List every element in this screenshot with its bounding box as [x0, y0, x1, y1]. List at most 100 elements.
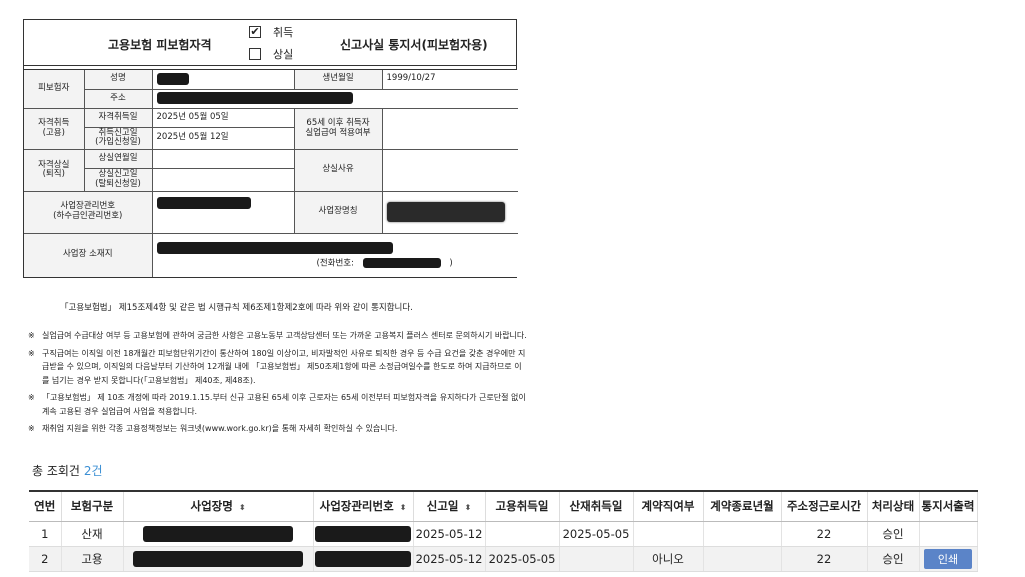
acquire-checkbox: ✔	[249, 25, 261, 38]
cell-type: 산재	[61, 521, 124, 547]
form-title-right: 신고사실 통지서(피보험자용)	[340, 38, 488, 52]
cell-ind-date: 2025-05-05	[559, 521, 634, 547]
over65-label: 65세 이후 취득자 실업급여 적용여부	[293, 107, 383, 151]
cell-biz-no	[313, 521, 414, 547]
result-count: 총 조회건 2건	[32, 462, 103, 479]
law-text: 「고용보험법」 제15조제4항 및 같은 법 시행규칙 제6조제1항제2호에 따…	[60, 303, 413, 313]
note-mark: ※	[28, 393, 35, 402]
table-header-row: 연번 보험구분 사업장명 ⬍ 사업장관리번호 ⬍ 신고일 ⬍ 고용취득일 산재취득일 계약직여부 계약…	[29, 490, 978, 522]
loss-report-date-value	[151, 168, 294, 192]
lose-label: 상실	[273, 48, 294, 61]
redacted-biz-no	[156, 196, 251, 209]
lose-option: 상실	[249, 46, 293, 62]
sort-icon[interactable]: ⬍	[465, 503, 472, 512]
cell-status: 승인	[867, 546, 920, 572]
loss-date-value	[151, 149, 295, 170]
column-header[interactable]: 사업장명 ⬍	[123, 490, 314, 522]
redacted-phone	[362, 257, 441, 268]
lose-checkbox	[249, 48, 261, 60]
loss-report-date-label: 상실신고일 (탈퇴신청일)	[84, 168, 153, 192]
redacted-biz-name	[386, 202, 505, 223]
loss-reason-value	[381, 149, 518, 192]
phone-close: )	[449, 258, 453, 269]
note-item: ※ 실업급여 수급대상 여부 등 고용보험에 관하여 궁금한 사항은 고용노동부 …	[28, 329, 528, 343]
cell-print: 인쇄	[919, 546, 978, 572]
acq-date-label: 자격취득일	[83, 107, 153, 128]
column-header: 계약직여부	[633, 490, 704, 522]
biz-name-label: 사업장명칭	[293, 190, 383, 234]
cell-biz-name	[123, 521, 314, 547]
column-header: 산재취득일	[559, 490, 634, 522]
cell-no: 1	[29, 521, 62, 547]
column-header: 처리상태	[867, 490, 920, 522]
cell-contract-end	[703, 521, 782, 547]
notice-form: 고용보험 피보험자격 ✔ 취득 상실 신고사실 통지서(피보험자용) 피보험자 …	[23, 19, 518, 279]
redacted-name	[156, 73, 189, 86]
cell-contract	[633, 521, 704, 547]
acq-group-label: 자격취득 (고용)	[24, 107, 85, 151]
biz-addr-label: 사업장 소재지	[24, 232, 153, 278]
note-mark: ※	[28, 424, 35, 433]
cell-print	[919, 521, 978, 547]
phone-label: (전화번호:	[316, 258, 354, 269]
table-row[interactable]: 1 산재 2025-05-12 2025-05-05 22 승인	[29, 521, 978, 547]
table-row[interactable]: 2 고용 2025-05-12 2025-05-05 아니오 22 승인 인쇄	[29, 546, 978, 572]
notes-list: ※ 실업급여 수급대상 여부 등 고용보험에 관하여 궁금한 사항은 고용노동부 …	[28, 329, 528, 440]
note-text: 「고용보험법」 제 10조 개정에 따라 2019.1.15.부터 신규 고용된…	[42, 393, 526, 416]
note-item: ※ 구직급여는 이직일 이전 18개월간 피보험단위기간이 통산하여 180일 이…	[28, 347, 528, 388]
acquire-label: 취득	[273, 26, 294, 39]
count-value: 2건	[83, 464, 103, 478]
cell-report-date: 2025-05-12	[413, 546, 486, 572]
loss-reason-label: 상실사유	[293, 149, 383, 192]
insured-label: 피보험자	[24, 70, 85, 109]
note-text: 실업급여 수급대상 여부 등 고용보험에 관하여 궁금한 사항은 고용노동부 고…	[42, 331, 527, 340]
form-title-row: 고용보험 피보험자격 ✔ 취득 상실 신고사실 통지서(피보험자용)	[24, 20, 516, 66]
column-header: 주소정근로시간	[781, 490, 868, 522]
redacted-address	[156, 92, 353, 105]
cell-biz-no	[313, 546, 414, 572]
cell-hours: 22	[781, 521, 868, 547]
note-text: 재취업 지원을 위한 각종 고용정책정보는 워크넷(www.work.go.kr…	[42, 424, 398, 433]
result-table: 연번 보험구분 사업장명 ⬍ 사업장관리번호 ⬍ 신고일 ⬍ 고용취득일 산재취득일 계약직여부 계약…	[29, 490, 978, 572]
acq-date-value: 2025년 05월 05일	[151, 107, 295, 128]
redacted-biz-no	[315, 525, 411, 542]
cell-biz-name	[123, 546, 314, 572]
biz-addr-value: (전화번호: )	[151, 232, 518, 278]
name-value	[151, 70, 295, 90]
column-header: 연번	[29, 490, 62, 522]
loss-group-label: 자격상실 (퇴직)	[24, 149, 85, 192]
column-header: 통지서출력	[919, 490, 978, 522]
birth-label: 생년월일	[293, 70, 383, 90]
cell-report-date: 2025-05-12	[413, 521, 486, 547]
name-label: 성명	[83, 70, 153, 90]
redacted-biz-name	[143, 525, 293, 542]
address-label: 주소	[84, 88, 153, 109]
address-value	[151, 88, 518, 109]
biz-no-value	[151, 190, 295, 234]
redacted-biz-name	[133, 550, 303, 567]
cell-emp-date: 2025-05-05	[485, 546, 560, 572]
note-mark: ※	[28, 331, 35, 340]
note-item: ※ 「고용보험법」 제 10조 개정에 따라 2019.1.15.부터 신규 고용…	[28, 391, 528, 418]
column-header[interactable]: 사업장관리번호 ⬍	[313, 490, 414, 522]
column-header: 보험구분	[61, 490, 124, 522]
biz-name-value	[381, 190, 518, 234]
column-header[interactable]: 신고일 ⬍	[413, 490, 486, 522]
acquire-option: ✔ 취득	[249, 24, 293, 40]
cell-contract: 아니오	[633, 546, 704, 572]
column-header: 계약종료년월	[703, 490, 782, 522]
cell-contract-end	[703, 546, 782, 572]
birth-value: 1999/10/27	[381, 70, 518, 90]
note-text: 구직급여는 이직일 이전 18개월간 피보험단위기간이 통산하여 180일 이상…	[42, 348, 526, 385]
sort-icon[interactable]: ⬍	[239, 503, 246, 512]
cell-hours: 22	[781, 546, 868, 572]
sort-icon[interactable]: ⬍	[400, 503, 407, 512]
over65-value	[381, 107, 518, 151]
note-item: ※ 재취업 지원을 위한 각종 고용정책정보는 워크넷(www.work.go.k…	[28, 422, 528, 436]
print-button[interactable]: 인쇄	[923, 548, 973, 569]
biz-no-label: 사업장관리번호 (하수급인관리번호)	[24, 190, 153, 234]
cell-ind-date	[559, 546, 634, 572]
cell-type: 고용	[61, 546, 124, 572]
acq-report-date-value: 2025년 05월 12일	[151, 126, 294, 151]
acq-report-date-label: 취득신고일 (가입신청일)	[84, 126, 153, 151]
